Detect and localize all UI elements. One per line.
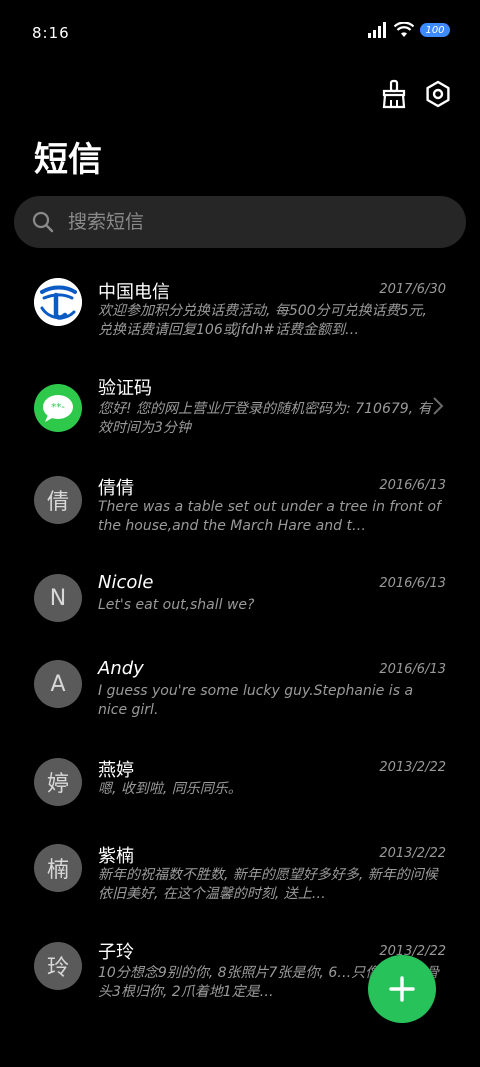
conversation-preview: There was a table set out under a tree i… [98,499,441,534]
page-title: 短信 [34,140,102,180]
status-bar: 8:16 100 [0,0,480,60]
settings-button[interactable] [420,76,456,112]
conversation-name: 中国电信 [98,282,170,303]
status-icons: 100 [368,22,450,38]
wifi-icon [394,22,414,37]
verification-avatar: **- [34,384,82,432]
conversation-preview: I guess you're some lucky guy.Stephanie … [98,683,414,718]
broom-icon [382,79,406,109]
plus-icon [389,976,415,1002]
conversation-date: 2013/2/22 [379,846,446,861]
conversation-date: 2016/6/13 [379,576,446,591]
new-message-button[interactable] [368,955,436,1023]
chevron-right-icon [433,397,444,415]
avatar: 楠 [34,844,82,892]
conversation-date: 2013/2/22 [379,760,446,775]
conversation-item[interactable]: 倩 倩倩 2016/6/13 There was a table set out… [0,464,480,560]
conversation-name: 验证码 [98,378,152,399]
conversation-item[interactable]: 楠 紫楠 2013/2/22 新年的祝福数不胜数, 新年的愿望好多好多, 新年的… [0,832,480,928]
search-icon [30,209,56,235]
search-bar[interactable] [14,196,466,248]
clean-button[interactable] [376,76,412,112]
conversation-name: 子玲 [98,942,134,963]
conversation-preview: 嗯, 收到啦, 同乐同乐。 [98,781,242,797]
avatar: 玲 [34,942,82,990]
conversation-item[interactable]: 中国电信 2017/6/30 欢迎参加积分兑换话费活动, 每500分可兑换话费5… [0,266,480,362]
conversation-item[interactable]: A Andy 2016/6/13 I guess you're some luc… [0,648,480,744]
conversation-preview: 新年的祝福数不胜数, 新年的愿望好多好多, 新年的问候依旧美好, 在这个温馨的时… [98,867,438,902]
avatar: 倩 [34,476,82,524]
signal-icon [368,22,386,38]
conversation-name: 紫楠 [98,846,134,867]
conversation-preview: 欢迎参加积分兑换话费活动, 每500分可兑换话费5元, 兑换话费请回复106或j… [98,303,427,338]
conversation-date: 2016/6/13 [379,478,446,493]
conversation-name: Andy [98,658,144,679]
conversation-name: 燕婷 [98,760,134,781]
battery-indicator: 100 [420,23,450,37]
avatar: N [34,574,82,622]
conversation-date: 2016/6/13 [379,662,446,677]
china-telecom-avatar [34,278,82,326]
conversation-preview: Let's eat out,shall we? [98,597,255,613]
svg-text:**-: **- [51,402,65,413]
conversation-item[interactable]: N Nicole 2016/6/13 Let's eat out,shall w… [0,562,480,642]
conversation-name: 倩倩 [98,478,134,499]
conversation-date: 2017/6/30 [379,282,446,297]
china-telecom-logo-icon [34,278,82,326]
conversation-item[interactable]: 婷 燕婷 2013/2/22 嗯, 收到啦, 同乐同乐。 [0,746,480,830]
conversation-preview: 您好! 您的网上营业厅登录的随机密码为: 710679, 有效时间为3分钟 [98,401,432,436]
conversation-name: Nicole [98,572,154,593]
message-bubble-icon: **- [43,395,73,422]
settings-hexagon-icon [426,80,450,108]
status-time: 8:16 [32,24,70,42]
search-input[interactable] [66,210,430,234]
avatar: 婷 [34,758,82,806]
conversation-item[interactable]: **- 验证码 您好! 您的网上营业厅登录的随机密码为: 710679, 有效时… [0,364,480,454]
avatar: A [34,660,82,708]
